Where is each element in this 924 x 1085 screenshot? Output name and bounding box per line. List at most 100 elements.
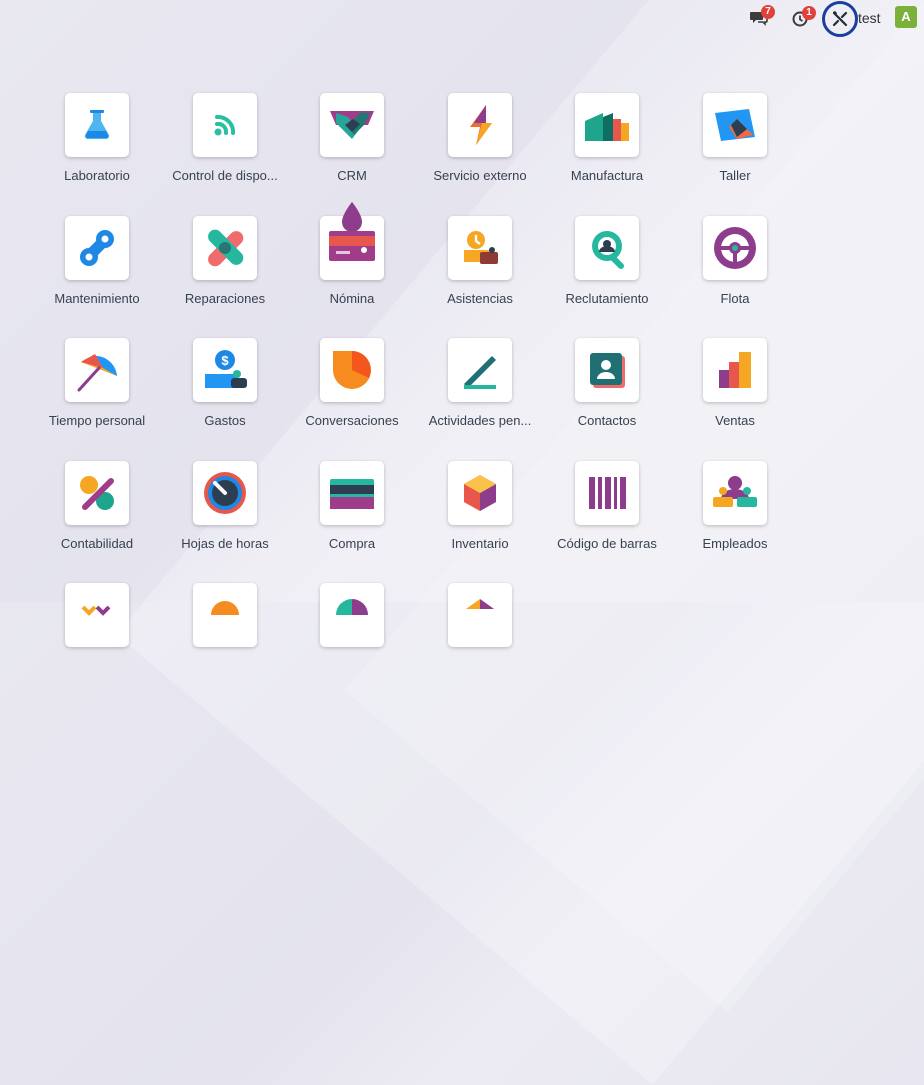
app-ventas[interactable]: Ventas xyxy=(671,338,799,428)
app-nomina[interactable]: Nómina xyxy=(288,202,416,306)
app-label: Tiempo personal xyxy=(48,413,146,428)
messages-badge: 7 xyxy=(761,5,775,19)
app-servicio-externo[interactable]: Servicio externo xyxy=(416,93,544,183)
app-tile[interactable] xyxy=(703,216,767,280)
app-tile[interactable] xyxy=(65,216,129,280)
app-tile[interactable] xyxy=(703,338,767,402)
app-tile[interactable] xyxy=(448,93,512,157)
whiteboard-icon xyxy=(715,109,755,141)
app-gastos[interactable]: $ Gastos xyxy=(161,338,289,428)
app-label: Taller xyxy=(719,168,751,183)
app-tile[interactable] xyxy=(320,583,384,647)
iot-signal-icon xyxy=(214,114,236,136)
app-taller[interactable]: Taller xyxy=(671,93,799,183)
app-label: Contactos xyxy=(577,413,637,428)
contact-card-icon xyxy=(590,353,625,388)
app-manufactura[interactable]: Manufactura xyxy=(543,93,671,183)
app-tile[interactable] xyxy=(575,338,639,402)
app-label: Manufactura xyxy=(570,168,644,183)
app-reclutamiento[interactable]: Reclutamiento xyxy=(543,216,671,306)
app-contactos[interactable]: Contactos xyxy=(543,338,671,428)
app-tile[interactable] xyxy=(193,216,257,280)
app-conversaciones[interactable]: Conversaciones xyxy=(288,338,416,428)
app-label: CRM xyxy=(337,168,367,183)
app-tile[interactable] xyxy=(193,93,257,157)
umbrella-icon xyxy=(77,354,117,392)
app-label: Actividades pen... xyxy=(428,413,532,428)
speech-bubble-icon xyxy=(333,351,371,389)
app-tile[interactable] xyxy=(575,216,639,280)
percent-icon xyxy=(80,476,114,510)
app-actividades-pendientes[interactable]: Actividades pen... xyxy=(416,338,544,428)
app-tile[interactable] xyxy=(320,338,384,402)
app-tile[interactable] xyxy=(448,583,512,647)
app-label: Reclutamiento xyxy=(565,291,649,306)
app-codigo-de-barras[interactable]: Código de barras xyxy=(543,461,671,551)
box-icon xyxy=(464,475,496,511)
app-tile[interactable] xyxy=(320,202,384,280)
lightning-icon xyxy=(470,105,492,145)
app-label: Laboratorio xyxy=(64,168,130,183)
activities-badge: 1 xyxy=(802,6,816,20)
app-tile[interactable] xyxy=(65,338,129,402)
payroll-icon xyxy=(329,202,375,261)
app-label: Flota xyxy=(720,291,750,306)
app-laboratorio[interactable]: Laboratorio xyxy=(33,93,161,183)
app-tile[interactable] xyxy=(65,461,129,525)
app-reparaciones[interactable]: Reparaciones xyxy=(161,216,289,306)
factory-icon xyxy=(585,113,629,141)
app-mantenimiento[interactable]: Mantenimiento xyxy=(33,216,161,306)
app-label: Contabilidad xyxy=(60,536,134,551)
app-tile[interactable] xyxy=(448,216,512,280)
app-tile[interactable] xyxy=(703,93,767,157)
app-partial-3[interactable] xyxy=(288,583,416,647)
flask-icon xyxy=(84,110,110,140)
pie-chart-icon xyxy=(336,599,368,615)
activities-button[interactable]: 1 xyxy=(791,6,816,27)
app-tile[interactable] xyxy=(65,93,129,157)
bar-chart-icon xyxy=(719,352,751,388)
app-label: Hojas de horas xyxy=(181,536,269,551)
app-label: Control de dispo... xyxy=(172,168,278,183)
app-tile[interactable] xyxy=(448,461,512,525)
app-tile[interactable] xyxy=(320,461,384,525)
user-name[interactable]: test xyxy=(858,10,881,26)
debug-tools-button[interactable] xyxy=(822,1,858,37)
app-tile[interactable] xyxy=(575,93,639,157)
app-label: Compra xyxy=(328,536,376,551)
app-control-dispositivos[interactable]: Control de dispo... xyxy=(161,93,289,183)
app-partial-1[interactable] xyxy=(33,583,161,647)
app-tile[interactable]: $ xyxy=(193,338,257,402)
app-tiempo-personal[interactable]: Tiempo personal xyxy=(33,338,161,428)
app-tile[interactable] xyxy=(320,93,384,157)
app-empleados[interactable]: Empleados xyxy=(671,461,799,551)
app-label: Conversaciones xyxy=(305,413,399,428)
app-tile[interactable] xyxy=(65,583,129,647)
app-hojas-de-horas[interactable]: Hojas de horas xyxy=(161,461,289,551)
attendance-icon xyxy=(464,231,498,264)
avatar[interactable]: A xyxy=(895,6,917,28)
app-label: Nómina xyxy=(329,291,375,306)
app-partial-4[interactable] xyxy=(416,583,544,647)
app-tile[interactable] xyxy=(703,461,767,525)
app-partial-2[interactable] xyxy=(161,583,289,647)
app-label: Reparaciones xyxy=(184,291,266,306)
steering-wheel-icon xyxy=(714,227,756,269)
app-crm[interactable]: CRM xyxy=(288,93,416,183)
tools-icon xyxy=(832,11,848,27)
app-asistencias[interactable]: Asistencias xyxy=(416,216,544,306)
app-tile[interactable] xyxy=(448,338,512,402)
app-label: Asistencias xyxy=(447,291,513,306)
app-tile[interactable] xyxy=(575,461,639,525)
app-tile[interactable] xyxy=(193,583,257,647)
app-label: Código de barras xyxy=(557,536,657,551)
app-inventario[interactable]: Inventario xyxy=(416,461,544,551)
pen-line-icon xyxy=(464,356,496,389)
app-compra[interactable]: Compra xyxy=(288,461,416,551)
app-contabilidad[interactable]: Contabilidad xyxy=(33,461,161,551)
magnifier-person-icon xyxy=(592,231,624,269)
messages-button[interactable]: 7 xyxy=(749,5,775,27)
app-icon xyxy=(211,601,239,615)
app-flota[interactable]: Flota xyxy=(671,216,799,306)
app-tile[interactable] xyxy=(193,461,257,525)
